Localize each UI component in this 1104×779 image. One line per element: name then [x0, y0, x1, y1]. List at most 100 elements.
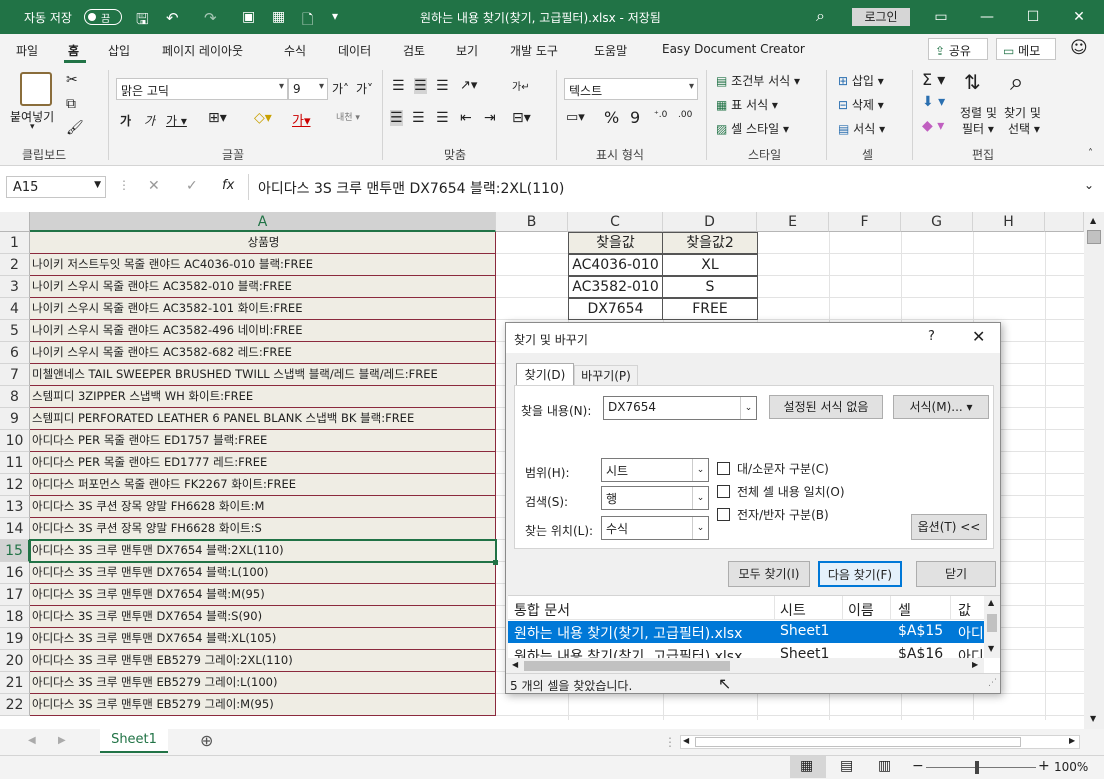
tab-find[interactable]: 찾기(D) [516, 363, 574, 386]
cell-a[interactable]: 아디다스 3S 쿠션 장목 양말 FH6628 화이트:S [30, 518, 496, 540]
font-shrink-icon[interactable]: 가˅ [356, 80, 373, 97]
grid-icon[interactable]: ▦ [272, 9, 285, 25]
match-byte-checkbox[interactable] [717, 508, 730, 521]
format-cells-button[interactable]: ▤ 서식 ▾ [838, 120, 885, 137]
row-header[interactable]: 22 [0, 694, 30, 716]
italic-icon[interactable]: 가 [144, 112, 155, 129]
align-left-icon[interactable]: ☰ [390, 110, 403, 126]
copy-icon[interactable]: ⧉ [66, 96, 76, 112]
scroll-up-icon[interactable]: ▲ [1090, 216, 1096, 225]
row-header[interactable]: 5 [0, 320, 30, 342]
vertical-scroll-thumb[interactable] [1087, 230, 1101, 244]
cell-a[interactable]: 아디다스 3S 크루 맨투맨 DX7654 블랙:XL(105) [30, 628, 496, 650]
row-header[interactable]: 7 [0, 364, 30, 386]
row-header[interactable]: 6 [0, 342, 30, 364]
font-color-icon[interactable]: 가▾ [292, 110, 311, 129]
collapse-ribbon-icon[interactable]: ˄ [1088, 148, 1093, 159]
row-header[interactable]: 16 [0, 562, 30, 584]
search-icon[interactable]: ⌕ [816, 6, 825, 26]
row-header[interactable]: 2 [0, 254, 30, 276]
border-icon[interactable]: ⊞▾ [208, 110, 227, 126]
find-what-input[interactable]: DX7654 ⌄ [603, 396, 757, 420]
cell-d4[interactable]: FREE [662, 298, 758, 320]
dialog-help-button[interactable]: ? [928, 329, 935, 344]
close-button[interactable]: ✕ [1056, 0, 1102, 34]
wrap-text-icon[interactable]: 가↵ [512, 78, 530, 93]
match-byte-label[interactable]: 전자/반자 구분(B) [737, 506, 829, 523]
format-painter-icon[interactable]: 🖌 [66, 120, 84, 136]
bold-icon[interactable]: 가 [120, 112, 131, 129]
scroll-left-icon[interactable]: ◀ [683, 736, 689, 745]
fill-color-icon[interactable]: ◇▾ [254, 110, 272, 126]
scroll-down-icon[interactable]: ▼ [1090, 714, 1096, 723]
find-all-button[interactable]: 모두 찾기(I) [728, 561, 810, 587]
delete-cells-button[interactable]: ⊟ 삭제 ▾ [838, 96, 884, 113]
col-header-a[interactable]: A [30, 212, 496, 232]
col-header-c[interactable]: C [568, 212, 663, 232]
row-header[interactable]: 13 [0, 496, 30, 518]
share-button[interactable]: ⇪ 공유 [928, 38, 988, 60]
col-header-g[interactable]: G [901, 212, 973, 232]
match-case-checkbox[interactable] [717, 462, 730, 475]
cell-a[interactable]: 아디다스 3S 크루 맨투맨 DX7654 블랙:M(95) [30, 584, 496, 606]
font-name-select[interactable]: 맑은 고딕 ▾ [116, 78, 288, 100]
tab-review[interactable]: 검토 [403, 42, 425, 59]
match-entire-checkbox[interactable] [717, 485, 730, 498]
cell-c2[interactable]: AC4036-010 [568, 254, 663, 276]
tab-page-layout[interactable]: 페이지 레이아웃 [162, 42, 243, 59]
tab-developer[interactable]: 개발 도구 [510, 42, 558, 59]
col-header-b[interactable]: B [496, 212, 568, 232]
conditional-format-button[interactable]: ▤ 조건부 서식 ▾ [716, 72, 800, 89]
sheet-tab-sheet1[interactable]: Sheet1 [100, 729, 168, 753]
row-header[interactable]: 19 [0, 628, 30, 650]
orientation-icon[interactable]: ↗▾ [460, 78, 477, 93]
row-header[interactable]: 12 [0, 474, 30, 496]
cell-a[interactable]: 아디다스 3S 크루 맨투맨 EB5279 그레이:M(95) [30, 694, 496, 716]
customize-qat-icon[interactable]: ▾ [332, 9, 338, 23]
autosave-toggle[interactable]: 끔 [84, 9, 122, 25]
within-select[interactable]: 시트 ⌄ [601, 458, 709, 482]
scroll-right-icon[interactable]: ▶ [1069, 736, 1075, 745]
row-header[interactable]: 17 [0, 584, 30, 606]
paste-icon[interactable] [20, 72, 52, 106]
row-header[interactable]: 3 [0, 276, 30, 298]
row-header[interactable]: 21 [0, 672, 30, 694]
accounting-icon[interactable]: ▭▾ [566, 110, 585, 125]
expand-formula-icon[interactable]: ⌄ [1084, 178, 1094, 192]
save-icon[interactable]: 🖫 [136, 9, 149, 34]
row-header[interactable]: 20 [0, 650, 30, 672]
fill-handle[interactable] [493, 560, 498, 565]
fill-icon[interactable]: ⬇ ▾ [922, 94, 945, 110]
page-break-view-icon[interactable]: ▥ [878, 758, 891, 774]
cancel-icon[interactable]: ✕ [148, 178, 160, 194]
col-header-e[interactable]: E [757, 212, 829, 232]
vertical-scrollbar[interactable]: ▲ ▼ [1084, 212, 1104, 730]
align-center-icon[interactable]: ☰ [412, 110, 425, 126]
col-value[interactable]: 값 [958, 600, 971, 620]
row-header[interactable]: 9 [0, 408, 30, 430]
cell-a[interactable]: 아디다스 PER 목줄 랜야드 ED1757 블랙:FREE [30, 430, 496, 452]
sort-filter-button[interactable]: 정렬 및 [960, 104, 997, 121]
tab-data[interactable]: 데이터 [338, 42, 371, 59]
col-cell[interactable]: 셀 [898, 600, 911, 620]
results-vscroll-thumb[interactable] [987, 614, 997, 632]
cell-c1[interactable]: 찾을값 [568, 232, 663, 254]
font-grow-icon[interactable]: 가˄ [332, 80, 349, 97]
cell-a[interactable]: 아디다스 3S 크루 맨투맨 EB5279 그레이:L(100) [30, 672, 496, 694]
decrease-decimal-icon[interactable]: .00 [678, 110, 692, 120]
horizontal-scrollbar[interactable]: ◀ ▶ [680, 735, 1080, 749]
cell-a[interactable]: 아디다스 3S 크루 맨투맨 DX7654 블랙:L(100) [30, 562, 496, 584]
increase-decimal-icon[interactable]: ⁺.0 [654, 110, 667, 120]
maximize-button[interactable]: ☐ [1010, 0, 1056, 34]
format-button[interactable]: 서식(M)... ▾ [893, 395, 989, 419]
col-sheet[interactable]: 시트 [780, 600, 806, 620]
cell-c4[interactable]: DX7654 [568, 298, 663, 320]
percent-icon[interactable]: % [604, 108, 619, 127]
cell-a[interactable]: 나이키 저스트두잇 목줄 랜야드 AC4036-010 블랙:FREE [30, 254, 496, 276]
comma-icon[interactable]: 9 [630, 108, 640, 127]
increase-indent-icon[interactable]: ⇥ [484, 110, 496, 126]
zoom-slider-thumb[interactable] [975, 761, 979, 774]
align-bottom-icon[interactable]: ☰ [436, 78, 449, 94]
prev-sheet-icon[interactable]: ◀ [28, 735, 36, 746]
cut-icon[interactable]: ✂ [66, 72, 78, 88]
